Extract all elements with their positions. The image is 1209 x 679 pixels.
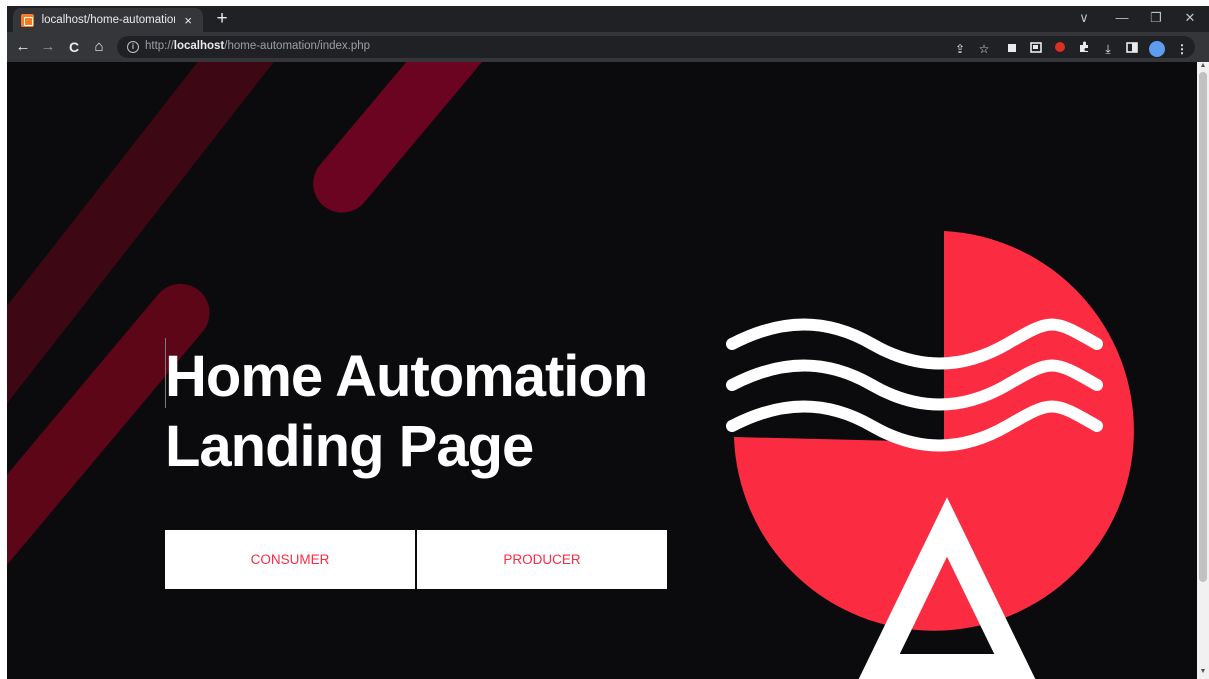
puzzle-extensions-icon[interactable] [1075,41,1093,57]
scroll-up-icon[interactable]: ▲ [1199,62,1207,69]
browser-tab[interactable]: localhost/home-automation/index.php × [13,8,203,32]
landing-page: Home Automation Landing Page CONSUMER PR… [7,62,1197,679]
browser-window: localhost/home-automation/index.php × + … [7,6,1209,679]
tab-search-icon[interactable]: ∨ [1069,9,1099,27]
bookmark-star-icon[interactable]: ☆ [975,41,993,57]
browser-toolbar: ← → C ⌂ i http://localhost/home-automati… [7,32,1209,62]
page-title: Home Automation Landing Page [165,342,725,482]
close-tab-icon[interactable]: × [181,13,195,28]
xampp-favicon-icon [21,13,34,27]
decorative-illustration [726,231,1134,679]
screen-capture-icon[interactable] [1027,41,1045,57]
share-icon[interactable]: ⇪ [951,41,969,57]
download-icon[interactable]: ⤓ [1099,41,1117,57]
reload-button[interactable]: C [64,37,84,57]
scrollbar-thumb[interactable] [1199,72,1207,582]
side-panel-icon[interactable] [1123,41,1141,57]
site-info-icon[interactable]: i [127,41,139,53]
profile-avatar[interactable] [1149,41,1165,57]
title-line-1: Home Automation [165,344,648,409]
address-bar[interactable]: i http://localhost/home-automation/index… [117,36,1195,58]
url-text[interactable]: http://localhost/home-automation/index.p… [145,40,370,52]
title-line-2: Landing Page [165,414,534,479]
close-window-button[interactable]: ✕ [1175,9,1205,27]
decorative-stripe [301,62,552,225]
menu-icon[interactable]: ⋮ [1173,41,1191,57]
back-button[interactable]: ← [13,37,33,57]
extension-icon[interactable] [1003,41,1021,57]
forward-button[interactable]: → [38,37,58,57]
tab-strip: localhost/home-automation/index.php × + … [7,6,1209,32]
home-button[interactable]: ⌂ [89,37,109,57]
page-scrollbar[interactable]: ▲ ▼ [1197,62,1209,679]
producer-button[interactable]: PRODUCER [417,530,667,589]
scroll-down-icon[interactable]: ▼ [1199,668,1207,675]
consumer-button[interactable]: CONSUMER [165,530,415,589]
minimize-button[interactable]: — [1107,9,1137,27]
tab-title: localhost/home-automation/index.php [41,14,176,26]
red-extension-icon[interactable] [1051,41,1069,57]
restore-button[interactable]: ❐ [1141,9,1171,27]
new-tab-button[interactable]: + [211,8,233,30]
